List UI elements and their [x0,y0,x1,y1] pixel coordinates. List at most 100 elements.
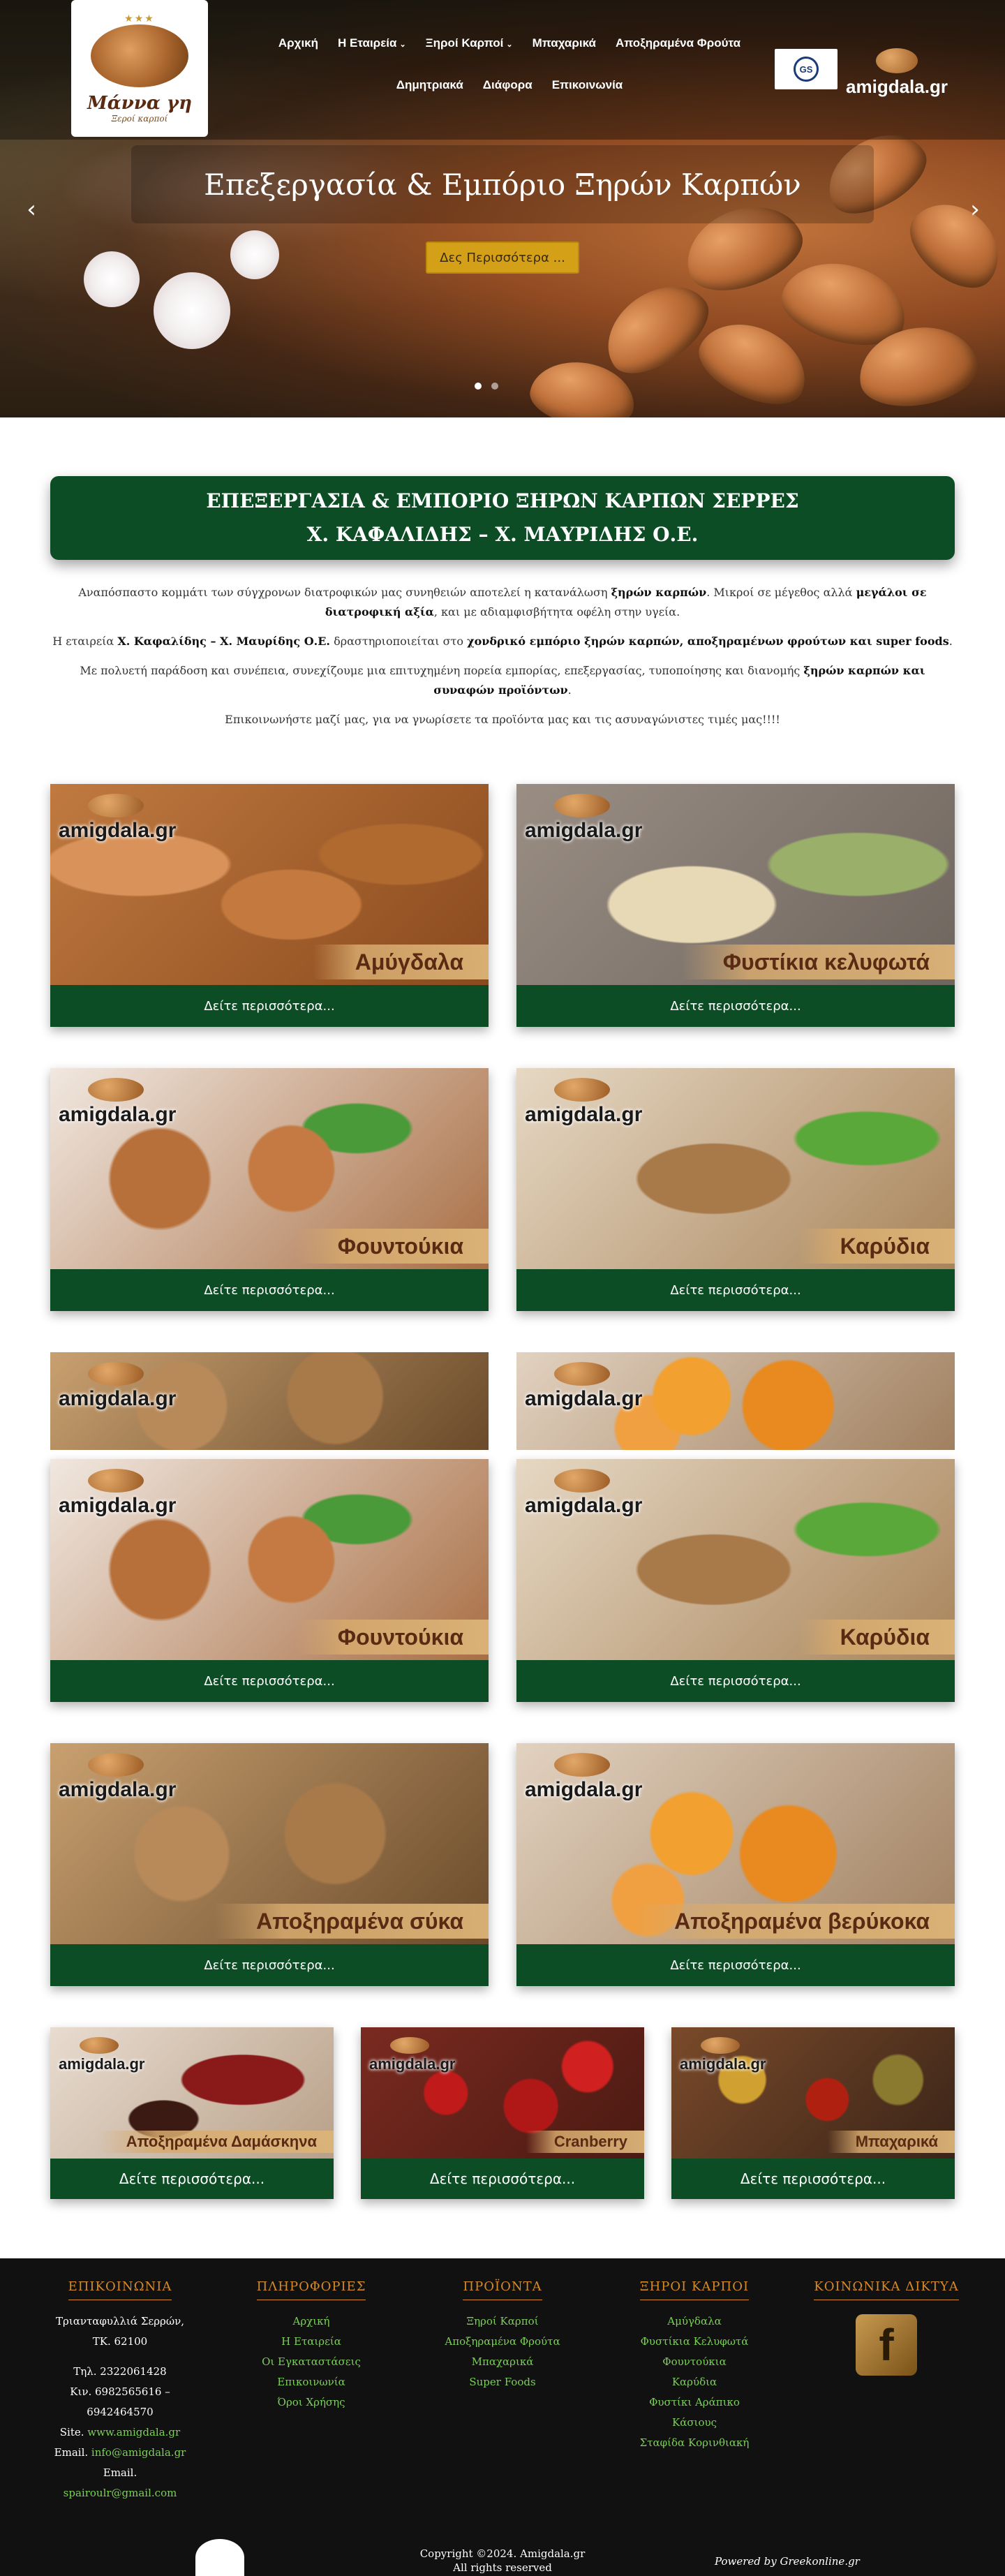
product-image: amigdala.gr Αποξηραμένα Δαμάσκηνα [50,2027,334,2159]
product-title: Αποξηραμένα Δαμάσκηνα [98,2131,334,2153]
product-card-almonds[interactable]: amigdala.gr Αμύγδαλα Δείτε περισσότερα..… [50,784,489,1027]
product-title: Φουντούκια [295,1229,489,1264]
slider-dot[interactable] [491,383,498,390]
see-more-button[interactable]: Δείτε περισσότερα... [361,2159,644,2199]
email-link[interactable]: info@amigdala.gr [91,2446,186,2459]
logo-stars: ★★★ [124,13,155,24]
nav-item-nuts[interactable]: Ξηροί Καρποί ⌄ [426,36,513,50]
product-card-dried-figs[interactable]: amigdala.gr Αποξηραμένα σύκα Δείτε περισ… [50,1743,489,1986]
slide-caption: Επεξεργασία & Εμπόριο Ξηρών Καρπών [131,145,874,223]
product-card-cranberry[interactable]: amigdala.gr Cranberry Δείτε περισσότερα.… [361,2027,644,2199]
footer-link-terms[interactable]: Όροι Χρήσης [241,2392,381,2413]
product-card-hazelnuts[interactable]: amigdala.gr Φουντούκια Δείτε περισσότερα… [50,1068,489,1311]
product-image: amigdala.gr Μπαχαρικά [671,2027,955,2159]
footer-link-cashews[interactable]: Κάσιους [614,2413,775,2433]
product-card-walnuts[interactable]: amigdala.gr Καρύδια Δείτε περισσότερα... [516,1459,955,1702]
product-image: amigdala.gr [50,1352,489,1450]
logo-brand: Μάννα γη [87,93,192,114]
footer-link-raisins[interactable]: Σταφίδα Κορινθιακή [614,2433,775,2453]
see-more-button[interactable]: Δείτε περισσότερα... [50,1660,489,1702]
footer-link-pistachios[interactable]: Φυστίκια Κελυφωτά [614,2332,775,2352]
slider-prev-arrow-icon[interactable]: ‹ [21,195,42,223]
footer-link-peanuts[interactable]: Φυστίκι Αράπικο [614,2392,775,2413]
footer-link-home[interactable]: Αρχική [241,2311,381,2332]
see-more-button[interactable]: Δείτε περισσότερα... [516,1944,955,1986]
site-link[interactable]: www.amigdala.gr [87,2426,180,2438]
product-title: Αμύγδαλα [313,945,489,979]
company-title-line2: Χ. ΚΑΦΑΛΙΔΗΣ – Χ. ΜΑΥΡΙΔΗΣ Ο.Ε. [306,523,699,546]
product-card-walnuts[interactable]: amigdala.gr Καρύδια Δείτε περισσότερα... [516,1068,955,1311]
footer: ΕΠΙΚΟΙΝΩΝΙΑ Τριανταφυλλιά Σερρών, ΤΚ. 62… [0,2258,1005,2576]
footer-link-hazelnuts[interactable]: Φουντούκια [614,2352,775,2372]
nav-item-misc[interactable]: Διάφορα [483,78,533,92]
footer-link-company[interactable]: Η Εταιρεία [241,2332,381,2352]
see-more-button[interactable]: Δείτε περισσότερα... [516,1269,955,1311]
address-line: Τριανταφυλλιά Σερρών, [56,2315,184,2327]
site-logo[interactable]: ★★★ Μάννα γη Ξεροί καρποί [71,0,208,137]
product-card-dried-plums[interactable]: amigdala.gr Αποξηραμένα Δαμάσκηνα Δείτε … [50,2027,334,2199]
see-more-button[interactable]: Δείτε περισσότερα... [671,2159,955,2199]
product-title: Καρύδια [798,1620,955,1655]
slide-more-button[interactable]: Δες Περισσότερα ... [426,242,579,274]
slider-dots [475,383,498,390]
product-card-pistachios[interactable]: amigdala.gr Φυστίκια κελυφωτά Δείτε περι… [516,784,955,1027]
slide-title: Επεξεργασία & Εμπόριο Ξηρών Καρπών [204,167,801,202]
nav-item-spices[interactable]: Μπαχαρικά [533,36,596,50]
product-title: Cranberry [526,2131,644,2153]
logo-subtitle: Ξεροί καρποί [111,114,168,124]
watermark: amigdala.gr [525,1362,642,1411]
blossom-image [230,230,279,279]
gs-certification-badge: GS [775,49,838,89]
see-more-button[interactable]: Δείτε περισσότερα... [50,1944,489,1986]
see-more-button[interactable]: Δείτε περισσότερα... [516,985,955,1027]
nav-item-company[interactable]: Η Εταιρεία ⌄ [338,36,406,50]
watermark: amigdala.gr [59,794,176,843]
product-title: Αποξηραμένα βερύκοκα [632,1904,955,1939]
product-image: amigdala.gr [516,1352,955,1450]
see-more-button[interactable]: Δείτε περισσότερα... [50,985,489,1027]
product-image: amigdala.gr Αμύγδαλα [50,784,489,985]
amigdala-brand-logo[interactable]: amigdala.gr [844,42,949,98]
slider-next-arrow-icon[interactable]: › [965,195,985,223]
footer-heading: ΠΛΗΡΟΦΟΡΙΕΣ [256,2279,366,2300]
nav-item-cereals[interactable]: Δημητριακά [396,78,463,92]
footer-link-facilities[interactable]: Οι Εγκαταστάσεις [241,2352,381,2372]
chevron-down-icon: ⌄ [506,40,513,49]
product-title: Φυστίκια κελυφωτά [680,945,955,979]
nav-item-dried-fruits[interactable]: Αποξηραμένα Φρούτα [616,36,740,50]
nav-item-home[interactable]: Αρχική [278,36,318,50]
product-title: Καρύδια [798,1229,955,1264]
nav-item-contact[interactable]: Επικοινωνία [552,78,623,92]
product-card-dried-apricots[interactable]: amigdala.gr Αποξηραμένα βερύκοκα Δείτε π… [516,1743,955,1986]
email-link[interactable]: spairoulr@gmail.com [36,2483,204,2503]
footer-logo[interactable] [195,2539,244,2576]
footer-heading: ΞΗΡΟΙ ΚΑΡΠΟΙ [639,2279,750,2300]
footer-link-almonds[interactable]: Αμύγδαλα [614,2311,775,2332]
product-image: amigdala.gr Φουντούκια [50,1068,489,1269]
slider-dot[interactable] [475,383,482,390]
see-more-button[interactable]: Δείτε περισσότερα... [516,1660,955,1702]
almond-image [896,186,1005,303]
product-card-hazelnuts[interactable]: amigdala.gr Φουντούκια Δείτε περισσότερα… [50,1459,489,1702]
footer-link-dried-fruits[interactable]: Αποξηραμένα Φρούτα [419,2332,586,2352]
product-card-spices[interactable]: amigdala.gr Μπαχαρικά Δείτε περισσότερα.… [671,2027,955,2199]
footer-link-superfoods[interactable]: Super Foods [419,2372,586,2392]
product-image: amigdala.gr Καρύδια [516,1459,955,1660]
intro-paragraph: Με πολυετή παράδοση και συνέπεια, συνεχί… [80,664,925,697]
product-title: Φουντούκια [295,1620,489,1655]
mobile: Κιν. 6982565616 – [70,2385,170,2398]
footer-link-walnuts[interactable]: Καρύδια [614,2372,775,2392]
footer-heading: ΚΟΙΝΩΝΙΚΑ ΔΙΚΤΥΑ [814,2279,959,2300]
facebook-icon[interactable]: f [856,2314,917,2376]
footer-link-contact[interactable]: Επικοινωνία [241,2372,381,2392]
powered-by[interactable]: Powered by Greekonline.gr [715,2555,860,2568]
see-more-button[interactable]: Δείτε περισσότερα... [50,2159,334,2199]
blossom-image [154,272,230,349]
phone: Τηλ. 2322061428 [73,2365,167,2378]
footer-link-nuts[interactable]: Ξηροί Καρποί [419,2311,586,2332]
footer-link-spices[interactable]: Μπαχαρικά [419,2352,586,2372]
see-more-button[interactable]: Δείτε περισσότερα... [50,1269,489,1311]
brand-text: amigdala.gr [846,76,948,97]
company-title-line1: ΕΠΕΞΕΡΓΑΣΙΑ & ΕΜΠΟΡΙΟ ΞΗΡΩΝ ΚΑΡΠΩΝ ΣΕΡΡΕ… [206,489,799,512]
copyright: Copyright ©2024. Amigdala.gr All rights … [419,2547,586,2574]
